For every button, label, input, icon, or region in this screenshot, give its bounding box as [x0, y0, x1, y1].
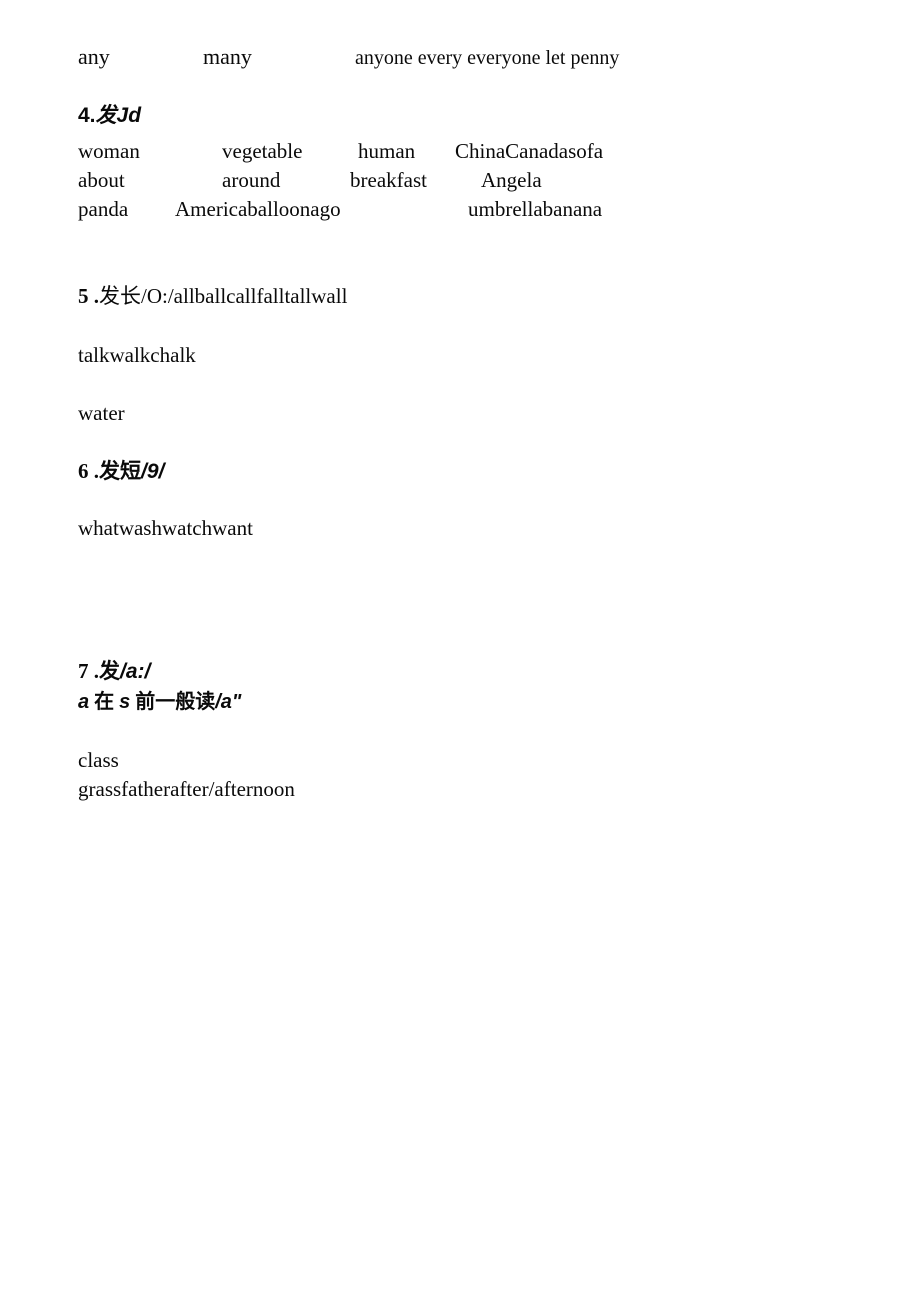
word-angela: Angela [481, 168, 542, 192]
heading-4-cjk: 发 [95, 103, 117, 127]
heading-4-ipa: Jd [116, 104, 142, 127]
heading-5-number: 5 . [78, 284, 99, 308]
heading-section-7: 7 .发/a:/ [78, 660, 150, 682]
note-cjk-zai: 在 [94, 689, 115, 713]
heading-section-4: 4.发Jd [78, 103, 142, 127]
word-around: around [222, 168, 281, 192]
heading-7-rule-note: a 在 s 前一般读/a" [78, 691, 241, 712]
heading-7-ipa: /a:/ [120, 660, 151, 683]
note-cjk-rule: 前一般读 [135, 689, 216, 713]
word-human: human [358, 139, 416, 163]
word-talkwalkchalk: talkwalkchalk [78, 343, 196, 367]
word-many: many [203, 44, 252, 69]
note-ipa: /a" [215, 691, 242, 713]
word-group-anyone-every-everyone-let-penny: anyone every everyone let penny [355, 47, 620, 69]
heading-6-ipa: /9/ [141, 460, 165, 483]
heading-7-cjk: 发 [99, 658, 120, 683]
word-breakfast: breakfast [350, 168, 427, 192]
heading-5-cjk: 发长 [99, 284, 141, 308]
document-page: any many anyone every everyone let penny… [0, 0, 920, 1301]
word-vegetable: vegetable [222, 139, 303, 163]
word-class: class [78, 748, 119, 772]
heading-6-number: 6 . [78, 459, 99, 483]
word-grassfatherafter-afternoon: grassfatherafter/afternoon [78, 777, 295, 801]
note-letter-a: a [78, 691, 90, 713]
word-about: about [78, 168, 125, 192]
word-whatwashwatchwant: whatwashwatchwant [78, 516, 253, 540]
heading-6-cjk: 发短 [99, 458, 141, 483]
word-chinacanadasofa: ChinaCanadasofa [455, 139, 604, 163]
heading-5-ipa-words: /O:/allballcallfalltallwall [141, 284, 348, 308]
heading-4-number: 4. [78, 104, 96, 127]
word-any: any [78, 44, 110, 69]
word-panda: panda [78, 197, 129, 221]
word-americaballoonago: Americaballoonago [175, 197, 341, 221]
word-woman: woman [78, 139, 140, 163]
heading-section-5: 5 .发长/O:/allballcallfalltallwall [78, 286, 347, 307]
heading-section-6: 6 .发短/9/ [78, 460, 164, 482]
heading-7-number: 7 . [78, 659, 99, 683]
note-letter-s: s [119, 691, 131, 713]
word-water: water [78, 401, 125, 425]
word-umbrellabanana: umbrellabanana [468, 197, 603, 221]
